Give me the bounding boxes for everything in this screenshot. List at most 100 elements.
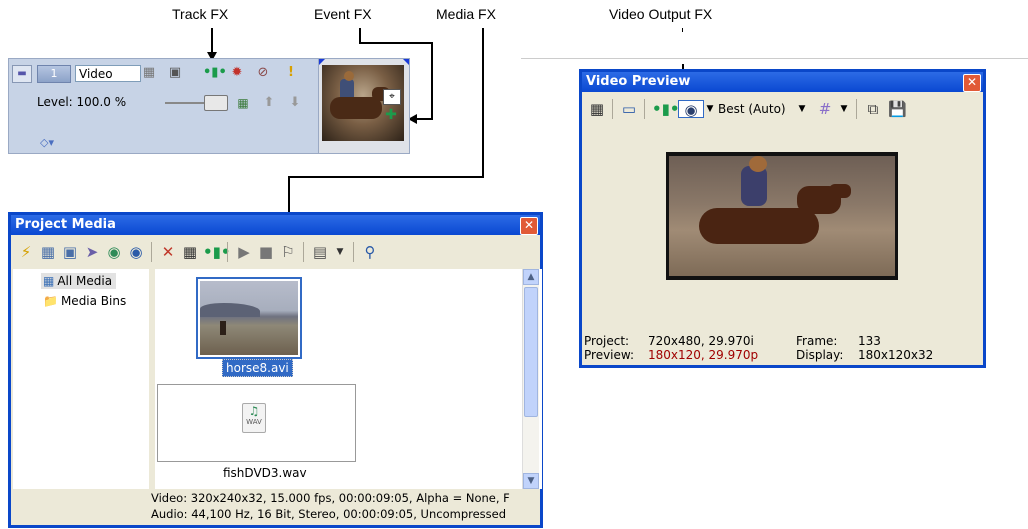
overlays-icon[interactable]: # bbox=[816, 100, 834, 118]
media-thumbnail-horse8[interactable] bbox=[196, 277, 302, 359]
remove-media-icon[interactable]: ✕ bbox=[159, 243, 177, 261]
level-slider-thumb[interactable] bbox=[204, 95, 228, 111]
copy-snapshot-icon[interactable]: ⧉ bbox=[864, 100, 882, 118]
preview-value: 180x120, 29.970p bbox=[648, 348, 759, 362]
video-output-fx-callout: Video Output FX bbox=[609, 6, 713, 22]
track-number: 1 bbox=[50, 67, 58, 80]
close-button[interactable]: ✕ bbox=[520, 217, 538, 235]
track-header: ▬ 1 Video ▦ ▣ •▮• ✹ ⊘ ! Level: 100.0 % ▦… bbox=[8, 58, 320, 154]
media-properties-icon[interactable]: ▦ bbox=[181, 243, 199, 261]
event-fx-icon[interactable]: ✚ bbox=[381, 107, 401, 123]
wav-label: WAV bbox=[246, 418, 262, 426]
capture-video-icon[interactable]: ▦ bbox=[39, 243, 57, 261]
mute-icon[interactable]: ⊘ bbox=[255, 65, 271, 81]
event-fx-callout: Event FX bbox=[314, 6, 372, 22]
track-fx-line bbox=[211, 28, 213, 54]
media-thumbnail-fishdvd3[interactable]: ♫ WAV bbox=[157, 384, 356, 462]
play-icon[interactable]: ▶ bbox=[235, 243, 253, 261]
vertical-scrollbar[interactable]: ▲ ▼ bbox=[522, 269, 539, 489]
timeline-event[interactable]: ⌖ ✚ bbox=[318, 58, 410, 154]
project-value: 720x480, 29.970i bbox=[648, 334, 754, 348]
toolbar-separator bbox=[227, 242, 228, 262]
media-list: horse8.avi ♫ WAV fishDVD3.wav ▲ ▼ bbox=[155, 269, 542, 489]
track-minimize-icon[interactable]: ▬ bbox=[12, 65, 32, 83]
video-info-line: Video: 320x240x32, 15.000 fps, 00:00:09:… bbox=[151, 491, 510, 505]
solo-icon[interactable]: ! bbox=[283, 65, 299, 81]
tree-item-media-bins[interactable]: 📁 Media Bins bbox=[43, 293, 126, 309]
preview-label: Preview: bbox=[584, 348, 635, 362]
project-label: Project: bbox=[584, 334, 630, 348]
make-parent-icon[interactable]: ⬆ bbox=[261, 95, 277, 111]
views-dropdown-icon[interactable]: ▼ bbox=[331, 243, 349, 261]
toolbar-separator bbox=[303, 242, 304, 262]
extract-audio-icon[interactable]: ➤ bbox=[83, 243, 101, 261]
event-fx-line bbox=[431, 42, 433, 120]
scroll-down-button[interactable]: ▼ bbox=[523, 473, 539, 489]
close-button[interactable]: ✕ bbox=[963, 74, 981, 92]
project-media-toolbar: ⚡ ▦ ▣ ➤ ◉ ◉ ✕ ▦ •▮• ▶ ■ ⚐ ▤ ▼ ⚲ bbox=[13, 237, 538, 267]
toolbar-separator bbox=[644, 99, 645, 119]
preview-quality-select[interactable]: Best (Auto) bbox=[718, 100, 796, 118]
track-number-badge: 1 bbox=[37, 65, 71, 83]
media-fx-line bbox=[482, 28, 484, 178]
wav-file-icon: ♫ WAV bbox=[242, 403, 266, 433]
scroll-thumb[interactable] bbox=[524, 287, 538, 417]
tree-item-label: Media Bins bbox=[60, 294, 127, 308]
video-preview-window: Video Preview ✕ ▦ ▭ •▮• ◉ ▼ Best (Auto) … bbox=[579, 69, 986, 368]
views-icon[interactable]: ▤ bbox=[311, 243, 329, 261]
video-preview-title: Video Preview bbox=[586, 74, 691, 89]
get-photo-icon[interactable]: ▣ bbox=[61, 243, 79, 261]
preview-frame bbox=[666, 152, 898, 280]
toolbar-separator bbox=[353, 242, 354, 262]
scroll-up-button[interactable]: ▲ bbox=[523, 269, 539, 285]
event-fx-line bbox=[359, 42, 433, 44]
external-monitor-icon[interactable]: ▭ bbox=[620, 100, 638, 118]
media-tree: ▦ All Media 📁 Media Bins bbox=[13, 269, 149, 489]
video-output-fx-icon[interactable]: •▮• bbox=[652, 100, 679, 118]
overlays-dropdown-icon[interactable]: ▼ bbox=[838, 100, 850, 118]
track-fx-icon[interactable]: •▮• bbox=[203, 65, 227, 81]
video-output-fx-line bbox=[682, 28, 683, 32]
media-filename[interactable]: horse8.avi bbox=[222, 359, 293, 377]
media-fx-line bbox=[288, 176, 484, 178]
project-media-window: Project Media ✕ ⚡ ▦ ▣ ➤ ◉ ◉ ✕ ▦ •▮• ▶ ■ … bbox=[8, 212, 543, 528]
media-fx-icon[interactable]: •▮• bbox=[203, 243, 230, 261]
display-value: 180x120x32 bbox=[858, 348, 934, 362]
tree-item-label: All Media bbox=[57, 274, 113, 288]
save-snapshot-icon[interactable]: 💾 bbox=[888, 100, 907, 118]
make-child-icon[interactable]: ⬇ bbox=[287, 95, 303, 111]
search-icon[interactable]: ⚲ bbox=[361, 243, 379, 261]
track-fx-callout: Track FX bbox=[172, 6, 229, 22]
track-motion-icon[interactable]: ▣ bbox=[167, 65, 183, 81]
get-media-web-icon[interactable]: ◉ bbox=[105, 243, 123, 261]
tree-item-all-media[interactable]: ▦ All Media bbox=[41, 273, 117, 289]
stop-icon[interactable]: ■ bbox=[257, 243, 275, 261]
frame-label: Frame: bbox=[796, 334, 838, 348]
event-fade-handle[interactable] bbox=[319, 59, 325, 65]
video-preview-toolbar: ▦ ▭ •▮• ◉ ▼ Best (Auto) ▼ # ▼ ⧉ 💾 bbox=[584, 94, 981, 124]
audio-info-line: Audio: 44,100 Hz, 16 Bit, Stereo, 00:00:… bbox=[151, 507, 507, 521]
import-media-icon[interactable]: ⚡ bbox=[17, 243, 35, 261]
auto-preview-icon[interactable]: ⚐ bbox=[279, 243, 297, 261]
search-media-icon[interactable]: ◉ bbox=[127, 243, 145, 261]
event-fade-handle[interactable] bbox=[403, 59, 409, 65]
display-label: Display: bbox=[796, 348, 844, 362]
horse-thumbnail-image bbox=[200, 281, 298, 355]
split-screen-dropdown-icon[interactable]: ▼ bbox=[704, 100, 716, 118]
project-media-titlebar[interactable]: Project Media ✕ bbox=[11, 215, 540, 235]
all-media-icon: ▦ bbox=[43, 274, 55, 288]
split-screen-icon[interactable]: ◉ bbox=[678, 100, 704, 119]
event-pan-crop-icon[interactable]: ⌖ bbox=[383, 89, 401, 105]
expand-diamond-icon[interactable]: ◇▾ bbox=[39, 135, 55, 151]
event-fx-line bbox=[359, 28, 361, 42]
project-media-title: Project Media bbox=[15, 217, 116, 232]
track-name-field[interactable]: Video bbox=[75, 65, 141, 82]
media-filename[interactable]: fishDVD3.wav bbox=[223, 465, 307, 481]
track-automation-icon[interactable]: ✹ bbox=[229, 65, 245, 81]
toolbar-separator bbox=[151, 242, 152, 262]
quality-dropdown-icon[interactable]: ▼ bbox=[796, 100, 808, 118]
video-preview-titlebar[interactable]: Video Preview ✕ bbox=[582, 72, 983, 92]
video-properties-icon[interactable]: ▦ bbox=[588, 100, 606, 118]
bypass-motion-blur-icon[interactable]: ▦ bbox=[141, 65, 157, 81]
compositing-mode-icon[interactable]: ▦ bbox=[235, 95, 251, 111]
